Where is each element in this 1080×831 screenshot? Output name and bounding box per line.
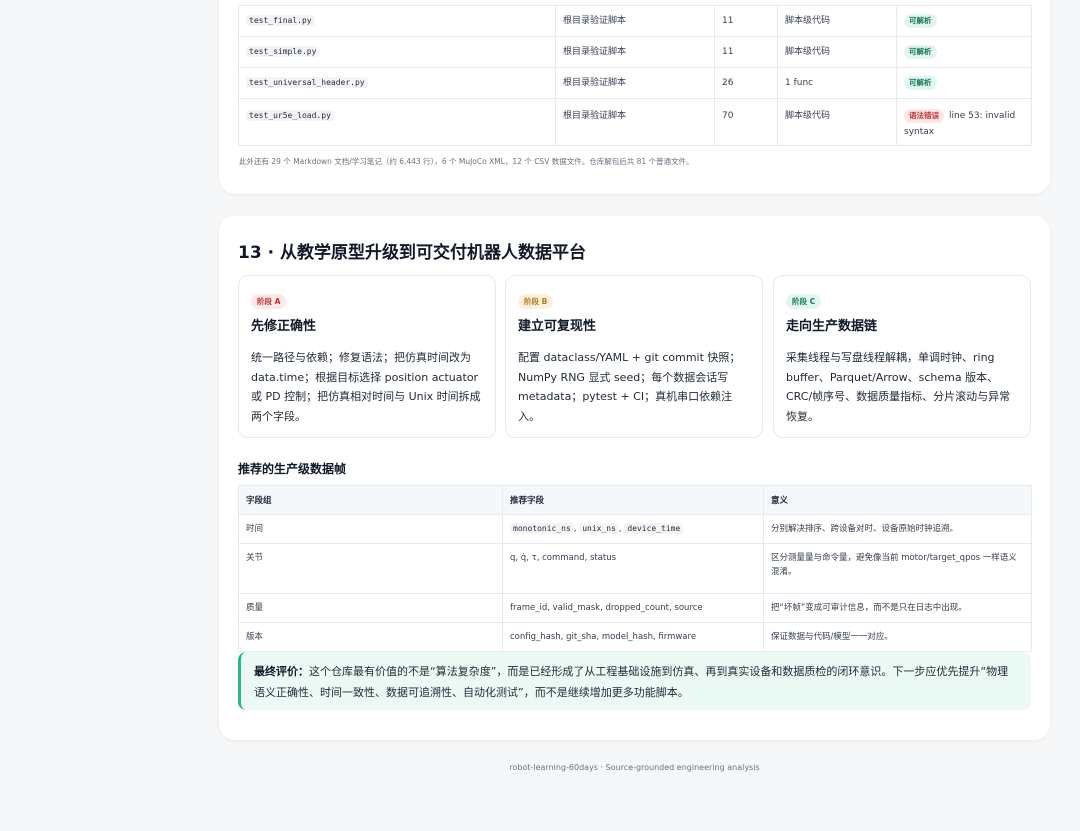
field-code: device_time — [624, 523, 684, 534]
file-name: test_simple.py — [246, 46, 320, 57]
stage-title: 先修正确性 — [251, 319, 317, 334]
file-status-cell: 可解析 — [896, 36, 1032, 68]
file-lines: 26 — [714, 67, 778, 99]
stage-card-a: 阶段 A 先修正确性 统一路径与依赖；修复语法；把仿真时间改为 data.tim… — [238, 275, 496, 438]
file-kind: 1 func — [777, 67, 897, 99]
table-row: test_simple.py 根目录验证脚本 11 脚本级代码 可解析 — [238, 36, 1032, 68]
table-row: test_ur5e_load.py 根目录验证脚本 70 脚本级代码 语法错误 line … — [238, 98, 1032, 146]
file-status-cell: 可解析 — [896, 67, 1032, 99]
recommended-fields: config_hash, git_sha, model_hash, firmwa… — [502, 622, 764, 652]
stage-title: 建立可复现性 — [518, 319, 597, 334]
table-row: test_universal_header.py 根目录验证脚本 26 1 func 可… — [238, 67, 1032, 99]
table-row: 版本 config_hash, git_sha, model_hash, firm… — [238, 622, 1032, 652]
field-code: unix_ns — [579, 523, 619, 534]
file-name: test_final.py — [246, 15, 315, 26]
file-inventory-card: test_final.py 根目录验证脚本 11 脚本级代码 可解析 test_simpl… — [219, 0, 1050, 194]
upgrade-section-card: 13 · 从教学原型升级到可交付机器人数据平台 阶段 A 先修正确性 统一路径与… — [219, 216, 1050, 740]
column-header: 字段组 — [238, 485, 503, 515]
recommended-fields: monotonic_ns, unix_ns, device_time — [502, 514, 764, 544]
table-row: 质量 frame_id, valid_mask, dropped_count, s… — [238, 593, 1032, 623]
recommended-fields: q, q̇, τ, command, status — [502, 543, 764, 594]
page-footer: robot-learning-60days · Source-grounded … — [509, 763, 760, 772]
column-header: 意义 — [763, 485, 1032, 515]
file-lines: 70 — [714, 98, 778, 146]
field-group: 质量 — [238, 593, 503, 623]
file-table: test_final.py 根目录验证脚本 11 脚本级代码 可解析 test_simpl… — [238, 5, 1032, 146]
file-status-cell: 语法错误 line 53: invalid syntax — [896, 98, 1032, 146]
stage-badge: 阶段 B — [518, 294, 554, 309]
status-badge: 可解析 — [904, 45, 937, 59]
field-group: 时间 — [238, 514, 503, 544]
field-text: q, q̇, τ, command, status — [510, 553, 617, 563]
status-badge: 语法错误 — [904, 109, 944, 123]
file-lines: 11 — [714, 36, 778, 68]
recommended-fields: frame_id, valid_mask, dropped_count, sou… — [502, 593, 764, 623]
final-verdict-callout: 最终评价：这个仓库最有价值的不是“算法复杂度”，而是已经形成了从工程基础设施到仿… — [238, 652, 1031, 710]
file-desc: 根目录验证脚本 — [555, 67, 715, 99]
verdict-text: 这个仓库最有价值的不是“算法复杂度”，而是已经形成了从工程基础设施到仿真、再到真… — [254, 665, 1009, 699]
field-group: 关节 — [238, 543, 503, 594]
file-desc: 根目录验证脚本 — [555, 36, 715, 68]
file-summary-note: 此外还有 29 个 Markdown 文档/学习笔记（约 6,443 行），6 … — [239, 157, 694, 166]
file-name-cell: test_ur5e_load.py — [238, 98, 556, 146]
stage-body: 配置 dataclass/YAML + git commit 快照；NumPy … — [518, 351, 741, 423]
field-text: frame_id, valid_mask, dropped_count, sou… — [510, 603, 703, 613]
file-desc: 根目录验证脚本 — [555, 5, 715, 37]
verdict-label: 最终评价： — [254, 665, 309, 678]
field-code: monotonic_ns — [510, 523, 574, 534]
table-row: 关节 q, q̇, τ, command, status 区分测量量与命令量，避免像… — [238, 543, 1032, 594]
field-meaning: 保证数据与代码/模型一一对应。 — [763, 622, 1032, 652]
column-header: 推荐字段 — [502, 485, 764, 515]
file-name: test_ur5e_load.py — [246, 110, 334, 121]
file-kind: 脚本级代码 — [777, 5, 897, 37]
field-group: 版本 — [238, 622, 503, 652]
file-lines: 11 — [714, 5, 778, 37]
stage-body: 统一路径与依赖；修复语法；把仿真时间改为 data.time；根据目标选择 po… — [251, 351, 481, 423]
stage-body: 采集线程与写盘线程解耦，单调时钟、ring buffer、Parquet/Arr… — [786, 351, 1011, 423]
table-row: 时间 monotonic_ns, unix_ns, device_time 分别解决… — [238, 514, 1032, 544]
field-meaning: 把“坏帧”变成可审计信息，而不是只在日志中出现。 — [763, 593, 1032, 623]
file-name: test_universal_header.py — [246, 77, 368, 88]
field-meaning: 分别解决排序、跨设备对时、设备原始时钟追溯。 — [763, 514, 1032, 544]
stage-card-b: 阶段 B 建立可复现性 配置 dataclass/YAML + git comm… — [505, 275, 763, 438]
status-badge: 可解析 — [904, 76, 937, 90]
section-title: 13 · 从教学原型升级到可交付机器人数据平台 — [238, 243, 586, 263]
stage-badge: 阶段 C — [786, 294, 822, 309]
file-status-cell: 可解析 — [896, 5, 1032, 37]
table-row: test_final.py 根目录验证脚本 11 脚本级代码 可解析 — [238, 5, 1032, 37]
field-meaning: 区分测量量与命令量，避免像当前 motor/target_qpos 一样语义混淆… — [763, 543, 1032, 594]
file-name-cell: test_final.py — [238, 5, 556, 37]
stage-card-c: 阶段 C 走向生产数据链 采集线程与写盘线程解耦，单调时钟、ring buffe… — [773, 275, 1031, 438]
file-kind: 脚本级代码 — [777, 36, 897, 68]
status-badge: 可解析 — [904, 14, 937, 28]
file-name-cell: test_simple.py — [238, 36, 556, 68]
file-name-cell: test_universal_header.py — [238, 67, 556, 99]
frame-table: 字段组 推荐字段 意义 时间 monotonic_ns, unix_ns, dev… — [238, 485, 1032, 652]
field-text: config_hash, git_sha, model_hash, firmwa… — [510, 632, 697, 642]
stage-title: 走向生产数据链 — [786, 319, 878, 334]
file-kind: 脚本级代码 — [777, 98, 897, 146]
stage-badge: 阶段 A — [251, 294, 287, 309]
frame-table-title: 推荐的生产级数据帧 — [238, 462, 347, 476]
file-desc: 根目录验证脚本 — [555, 98, 715, 146]
